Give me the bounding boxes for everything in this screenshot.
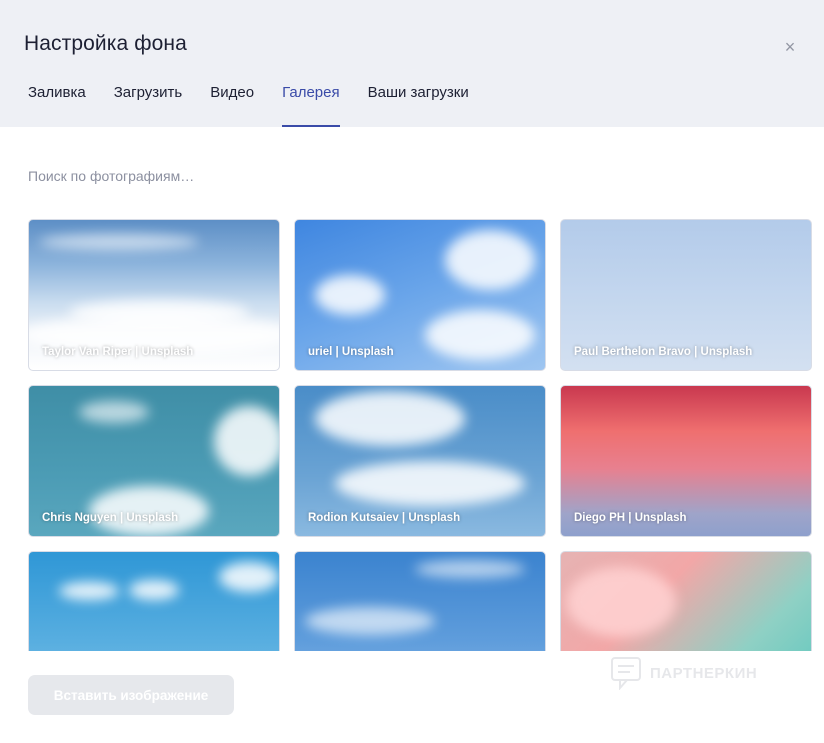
tab-your-uploads[interactable]: Ваши загрузки: [368, 84, 469, 127]
tab-fill[interactable]: Заливка: [28, 84, 86, 127]
tab-gallery[interactable]: Галерея: [282, 84, 340, 127]
tab-upload[interactable]: Загрузить: [114, 84, 183, 127]
dialog-title: Настройка фона: [24, 32, 187, 55]
tab-bar: Заливка Загрузить Видео Галерея Ваши заг…: [28, 84, 469, 127]
watermark-text: ПАРТНЕРКИН: [650, 664, 758, 682]
image-credit: Chris Nguyen | Unsplash: [42, 512, 179, 524]
image-credit: Paul Berthelon Bravo | Unsplash: [574, 346, 753, 358]
gallery-image-card[interactable]: [294, 551, 546, 651]
image-credit: uriel | Unsplash: [308, 346, 394, 358]
gallery-image-card[interactable]: Taylor Van Riper | Unsplash: [28, 219, 280, 371]
image-credit: Rodion Kutsaiev | Unsplash: [308, 512, 461, 524]
gallery-image-card[interactable]: [560, 551, 812, 651]
tab-video[interactable]: Видео: [210, 84, 254, 127]
photo-search-input[interactable]: [28, 165, 788, 187]
watermark: ПАРТНЕРКИН: [610, 656, 757, 690]
insert-image-button[interactable]: Вставить изображение: [28, 675, 234, 715]
gallery-image-card[interactable]: Diego PH | Unsplash: [560, 385, 812, 537]
image-credit: Taylor Van Riper | Unsplash: [42, 346, 194, 358]
gallery-image-card[interactable]: Rodion Kutsaiev | Unsplash: [294, 385, 546, 537]
gallery-image-card[interactable]: uriel | Unsplash: [294, 219, 546, 371]
background-settings-dialog: Настройка фона × Заливка Загрузить Видео…: [0, 0, 824, 743]
gallery-image-card[interactable]: Chris Nguyen | Unsplash: [28, 385, 280, 537]
gallery-image-card[interactable]: Paul Berthelon Bravo | Unsplash: [560, 219, 812, 371]
image-credit: Diego PH | Unsplash: [574, 512, 687, 524]
close-icon[interactable]: ×: [778, 35, 802, 59]
dialog-header: Настройка фона × Заливка Загрузить Видео…: [0, 0, 824, 127]
chat-bubble-icon: [611, 657, 641, 690]
gallery-image-card[interactable]: [28, 551, 280, 651]
gallery-grid: Taylor Van Riper | Unsplash uriel | Unsp…: [28, 219, 816, 651]
